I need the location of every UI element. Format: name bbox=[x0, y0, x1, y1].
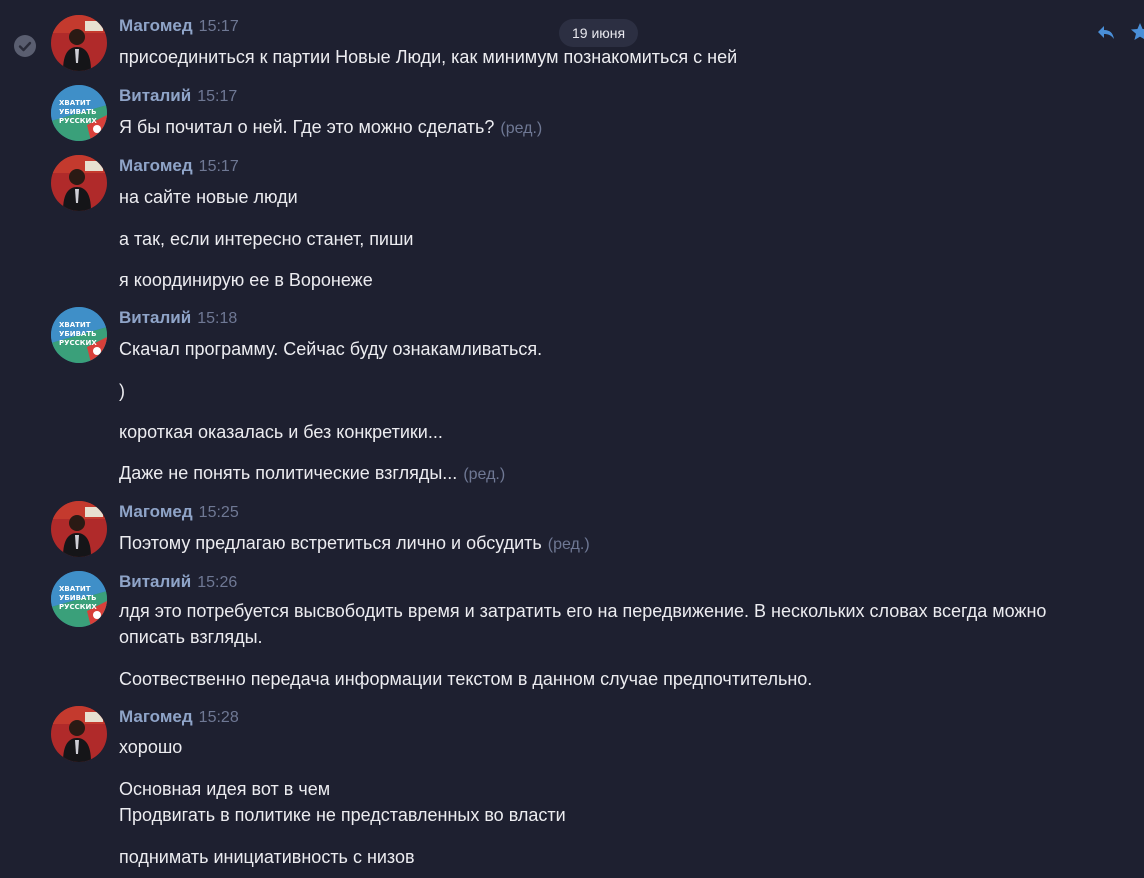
avatar-text: РУССКИХ bbox=[59, 339, 97, 347]
avatar-vitaly[interactable]: ХВАТИТ УБИВАТЬ РУССКИХ bbox=[51, 85, 107, 141]
avatar-text: УБИВАТЬ bbox=[59, 330, 96, 338]
author-name[interactable]: Виталий bbox=[119, 572, 191, 591]
message-text: Продвигать в политике не представленных … bbox=[119, 805, 566, 825]
avatar-text: ХВАТИТ bbox=[59, 321, 91, 329]
message-text: присоединиться к партии Новые Люди, как … bbox=[119, 47, 738, 67]
edited-label: (ред.) bbox=[547, 536, 590, 553]
message-time: 15:26 bbox=[197, 574, 238, 591]
author-name[interactable]: Магомед bbox=[119, 16, 193, 35]
message-body: Даже не понять политические взгляды... bbox=[119, 463, 458, 483]
chat-view: 19 июня Магомед 15:17 присоединиться к п… bbox=[0, 0, 1144, 878]
message-text: ) bbox=[119, 381, 125, 401]
message-text: Скачал программу. Сейчас буду ознакамлив… bbox=[119, 339, 543, 359]
check-circle-icon bbox=[13, 34, 37, 58]
message-meta: Виталий 15:18 bbox=[119, 307, 237, 329]
message-body: Я бы почитал о ней. Где это можно сделат… bbox=[119, 117, 495, 137]
avatar-magomed[interactable] bbox=[51, 155, 107, 211]
avatar-text: ХВАТИТ bbox=[59, 99, 91, 107]
message-time: 15:18 bbox=[197, 310, 238, 327]
avatar-magomed[interactable] bbox=[51, 501, 107, 557]
author-name[interactable]: Магомед bbox=[119, 502, 193, 521]
avatar-text: УБИВАТЬ bbox=[59, 108, 96, 116]
message-text: Поэтому предлагаю встретиться лично и об… bbox=[119, 530, 1109, 558]
message-time: 15:17 bbox=[198, 158, 239, 175]
message-text: хорошо bbox=[119, 737, 183, 757]
message-meta: Магомед 15:17 bbox=[119, 15, 239, 37]
message-text: Я бы почитал о ней. Где это можно сделат… bbox=[119, 114, 1109, 142]
message-meta: Виталий 15:26 bbox=[119, 571, 237, 593]
edited-label: (ред.) bbox=[463, 466, 506, 483]
avatar-vitaly[interactable]: ХВАТИТ УБИВАТЬ РУССКИХ bbox=[51, 571, 107, 627]
message-text: Основная идея вот в чем bbox=[119, 779, 331, 799]
message-body: Поэтому предлагаю встретиться лично и об… bbox=[119, 533, 542, 553]
avatar-text: ХВАТИТ bbox=[59, 585, 91, 593]
message-text: я координирую ее в Воронеже bbox=[119, 270, 373, 290]
author-name[interactable]: Магомед bbox=[119, 707, 193, 726]
message-meta: Магомед 15:25 bbox=[119, 501, 239, 523]
edited-label: (ред.) bbox=[500, 120, 543, 137]
star-icon[interactable] bbox=[1130, 22, 1144, 42]
message-time: 15:17 bbox=[198, 18, 239, 35]
avatar-text: РУССКИХ bbox=[59, 603, 97, 611]
message-text: поднимать инициативность с низов bbox=[119, 847, 415, 867]
author-name[interactable]: Магомед bbox=[119, 156, 193, 175]
message-text: а так, если интересно станет, пиши bbox=[119, 229, 414, 249]
message-meta: Магомед 15:17 bbox=[119, 155, 239, 177]
avatar-vitaly[interactable]: ХВАТИТ УБИВАТЬ РУССКИХ bbox=[51, 307, 107, 363]
reply-icon[interactable] bbox=[1096, 22, 1116, 42]
message-time: 15:28 bbox=[198, 709, 239, 726]
avatar-text: РУССКИХ bbox=[59, 117, 97, 125]
author-name[interactable]: Виталий bbox=[119, 308, 191, 327]
message-text: Даже не понять политические взгляды... (р… bbox=[119, 460, 1109, 488]
message-text: Соотвественно передача информации тексто… bbox=[119, 669, 813, 689]
message-time: 15:25 bbox=[198, 504, 239, 521]
message-meta: Виталий 15:17 bbox=[119, 85, 237, 107]
message-meta: Магомед 15:28 bbox=[119, 706, 239, 728]
avatar-magomed[interactable] bbox=[51, 706, 107, 762]
avatar-text: УБИВАТЬ bbox=[59, 594, 96, 602]
author-name[interactable]: Виталий bbox=[119, 86, 191, 105]
message-time: 15:17 bbox=[197, 88, 238, 105]
message-text: короткая оказалась и без конкретики... bbox=[119, 422, 443, 442]
message-text: лдя это потребуется высвободить время и … bbox=[119, 601, 1047, 647]
message-text: на сайте новые люди bbox=[119, 187, 298, 207]
date-separator: 19 июня bbox=[559, 19, 639, 47]
avatar-magomed[interactable] bbox=[51, 15, 107, 71]
